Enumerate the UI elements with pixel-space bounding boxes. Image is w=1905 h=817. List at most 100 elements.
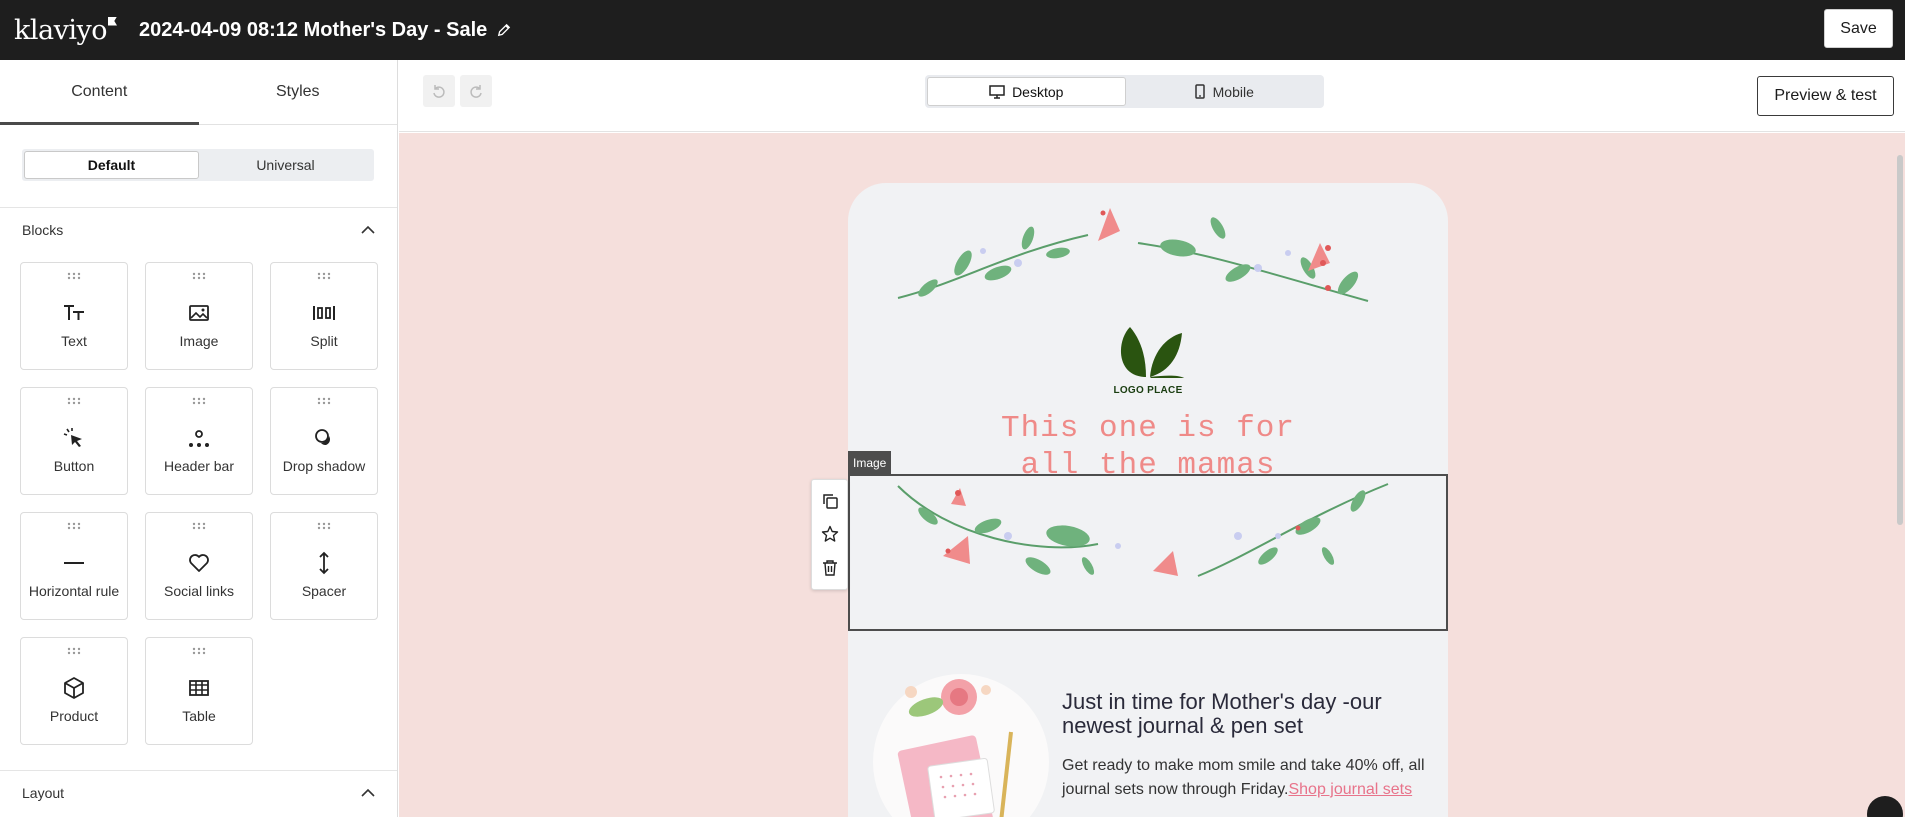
layout-section-header[interactable]: Layout [22, 785, 376, 801]
block-label: Split [310, 333, 338, 349]
table-icon [187, 676, 211, 700]
header-bar-icon [187, 426, 211, 450]
block-header-bar[interactable]: Header bar [145, 387, 253, 495]
canvas-scrollbar[interactable] [1895, 133, 1905, 817]
logo-caption: LOGO PLACE [1113, 385, 1183, 396]
delete-button[interactable] [820, 558, 840, 578]
redo-icon [470, 85, 482, 98]
drag-handle-icon[interactable] [67, 647, 81, 655]
drag-handle-icon[interactable] [317, 272, 331, 280]
block-social-links[interactable]: Social links [145, 512, 253, 620]
save-button[interactable]: Save [1824, 9, 1893, 48]
mobile-label: Mobile [1212, 83, 1254, 100]
default-toggle-button[interactable]: Default [24, 151, 199, 179]
block-label: Text [61, 333, 87, 349]
block-label: Social links [163, 583, 235, 599]
block-label: Product [49, 708, 99, 724]
tab-content[interactable]: Content [0, 60, 199, 125]
trash-icon [822, 560, 837, 576]
universal-toggle-button[interactable]: Universal [199, 151, 372, 179]
spacer-icon [312, 551, 336, 575]
button-cursor-icon [62, 426, 86, 450]
layout-heading: Layout [22, 785, 65, 801]
top-bar: klaviyo 2024-04-09 08:12 Mother's Day - … [0, 0, 1905, 60]
block-product[interactable]: Product [20, 637, 128, 745]
chevron-up-icon[interactable] [360, 222, 376, 238]
block-drop-shadow[interactable]: Drop shadow [270, 387, 378, 495]
selected-block-tag: Image [848, 451, 892, 474]
selected-image-block-outline[interactable] [848, 474, 1448, 631]
divider [0, 770, 397, 771]
left-panel: Content Styles Default Universal Blocks … [0, 60, 398, 817]
horizontal-rule-icon [62, 551, 86, 575]
duplicate-icon [822, 494, 838, 509]
headline-line-1: This one is for [1000, 411, 1296, 446]
drag-handle-icon[interactable] [192, 522, 206, 530]
drag-handle-icon[interactable] [192, 397, 206, 405]
block-table[interactable]: Table [145, 637, 253, 745]
panel-tabs: Content Styles [0, 60, 397, 125]
drag-handle-icon[interactable] [67, 397, 81, 405]
block-label: Drop shadow [282, 458, 366, 474]
divider [0, 207, 397, 208]
blocks-heading: Blocks [22, 222, 64, 238]
drag-handle-icon[interactable] [317, 522, 331, 530]
tab-styles[interactable]: Styles [199, 60, 398, 124]
drag-handle-icon[interactable] [67, 522, 81, 530]
cube-icon [62, 676, 86, 700]
brand-logo-image[interactable]: LOGO PLACE [1108, 323, 1188, 396]
desktop-label: Desktop [1012, 83, 1064, 100]
block-label: Header bar [163, 458, 235, 474]
redo-button[interactable] [460, 75, 492, 107]
block-text[interactable]: Text [20, 262, 128, 370]
drag-handle-icon[interactable] [192, 272, 206, 280]
block-actions-toolbar [811, 479, 848, 590]
block-button[interactable]: Button [20, 387, 128, 495]
block-horizontal-rule[interactable]: Horizontal rule [20, 512, 128, 620]
undo-button[interactable] [423, 75, 455, 107]
shop-journal-sets-link[interactable]: Shop journal sets [1288, 781, 1412, 798]
chevron-up-icon[interactable] [360, 785, 376, 801]
document-title-text: 2024-04-09 08:12 Mother's Day - Sale [139, 18, 488, 41]
block-label: Horizontal rule [28, 583, 120, 599]
duplicate-button[interactable] [820, 491, 840, 511]
drop-shadow-icon [312, 426, 336, 450]
desktop-view-button[interactable]: Desktop [927, 77, 1126, 106]
canvas-toolbar: Desktop Mobile Preview & test [399, 60, 1905, 132]
scrollbar-thumb[interactable] [1897, 155, 1903, 525]
text-icon [62, 301, 86, 325]
drag-handle-icon[interactable] [317, 397, 331, 405]
block-label: Button [53, 458, 95, 474]
block-label: Spacer [301, 583, 347, 599]
product-title[interactable]: Just in time for Mother's day -our newes… [1062, 690, 1432, 738]
floral-header-image[interactable] [888, 193, 1408, 308]
product-description[interactable]: Get ready to make mom smile and take 40%… [1062, 754, 1442, 802]
logo-flag-icon [108, 16, 117, 26]
document-title[interactable]: 2024-04-09 08:12 Mother's Day - Sale [139, 19, 511, 42]
logo-text: klaviyo [14, 14, 108, 46]
block-image[interactable]: Image [145, 262, 253, 370]
star-icon [821, 526, 838, 543]
pencil-icon[interactable] [497, 23, 511, 37]
block-label: Table [182, 708, 216, 724]
drag-handle-icon[interactable] [67, 272, 81, 280]
preview-and-test-button[interactable]: Preview & test [1757, 76, 1894, 116]
leaf-logo-icon [1120, 327, 1186, 379]
save-to-universal-button[interactable] [820, 524, 840, 544]
split-icon [312, 301, 336, 325]
email-headline[interactable]: This one is for all the mamas [848, 410, 1448, 484]
klaviyo-logo[interactable]: klaviyo [14, 14, 117, 46]
blocks-section-header[interactable]: Blocks [22, 222, 376, 238]
device-view-toggle: Desktop Mobile [925, 75, 1324, 108]
default-universal-toggle: Default Universal [22, 149, 374, 181]
heart-icon [187, 551, 211, 575]
block-spacer[interactable]: Spacer [270, 512, 378, 620]
desktop-icon [989, 84, 1005, 99]
drag-handle-icon[interactable] [192, 647, 206, 655]
journal-product-image[interactable] [871, 672, 1051, 817]
mobile-icon [1194, 84, 1205, 99]
image-icon [187, 301, 211, 325]
email-canvas[interactable]: LOGO PLACE This one is for all the mamas [399, 133, 1905, 817]
block-split[interactable]: Split [270, 262, 378, 370]
mobile-view-button[interactable]: Mobile [1126, 77, 1323, 106]
